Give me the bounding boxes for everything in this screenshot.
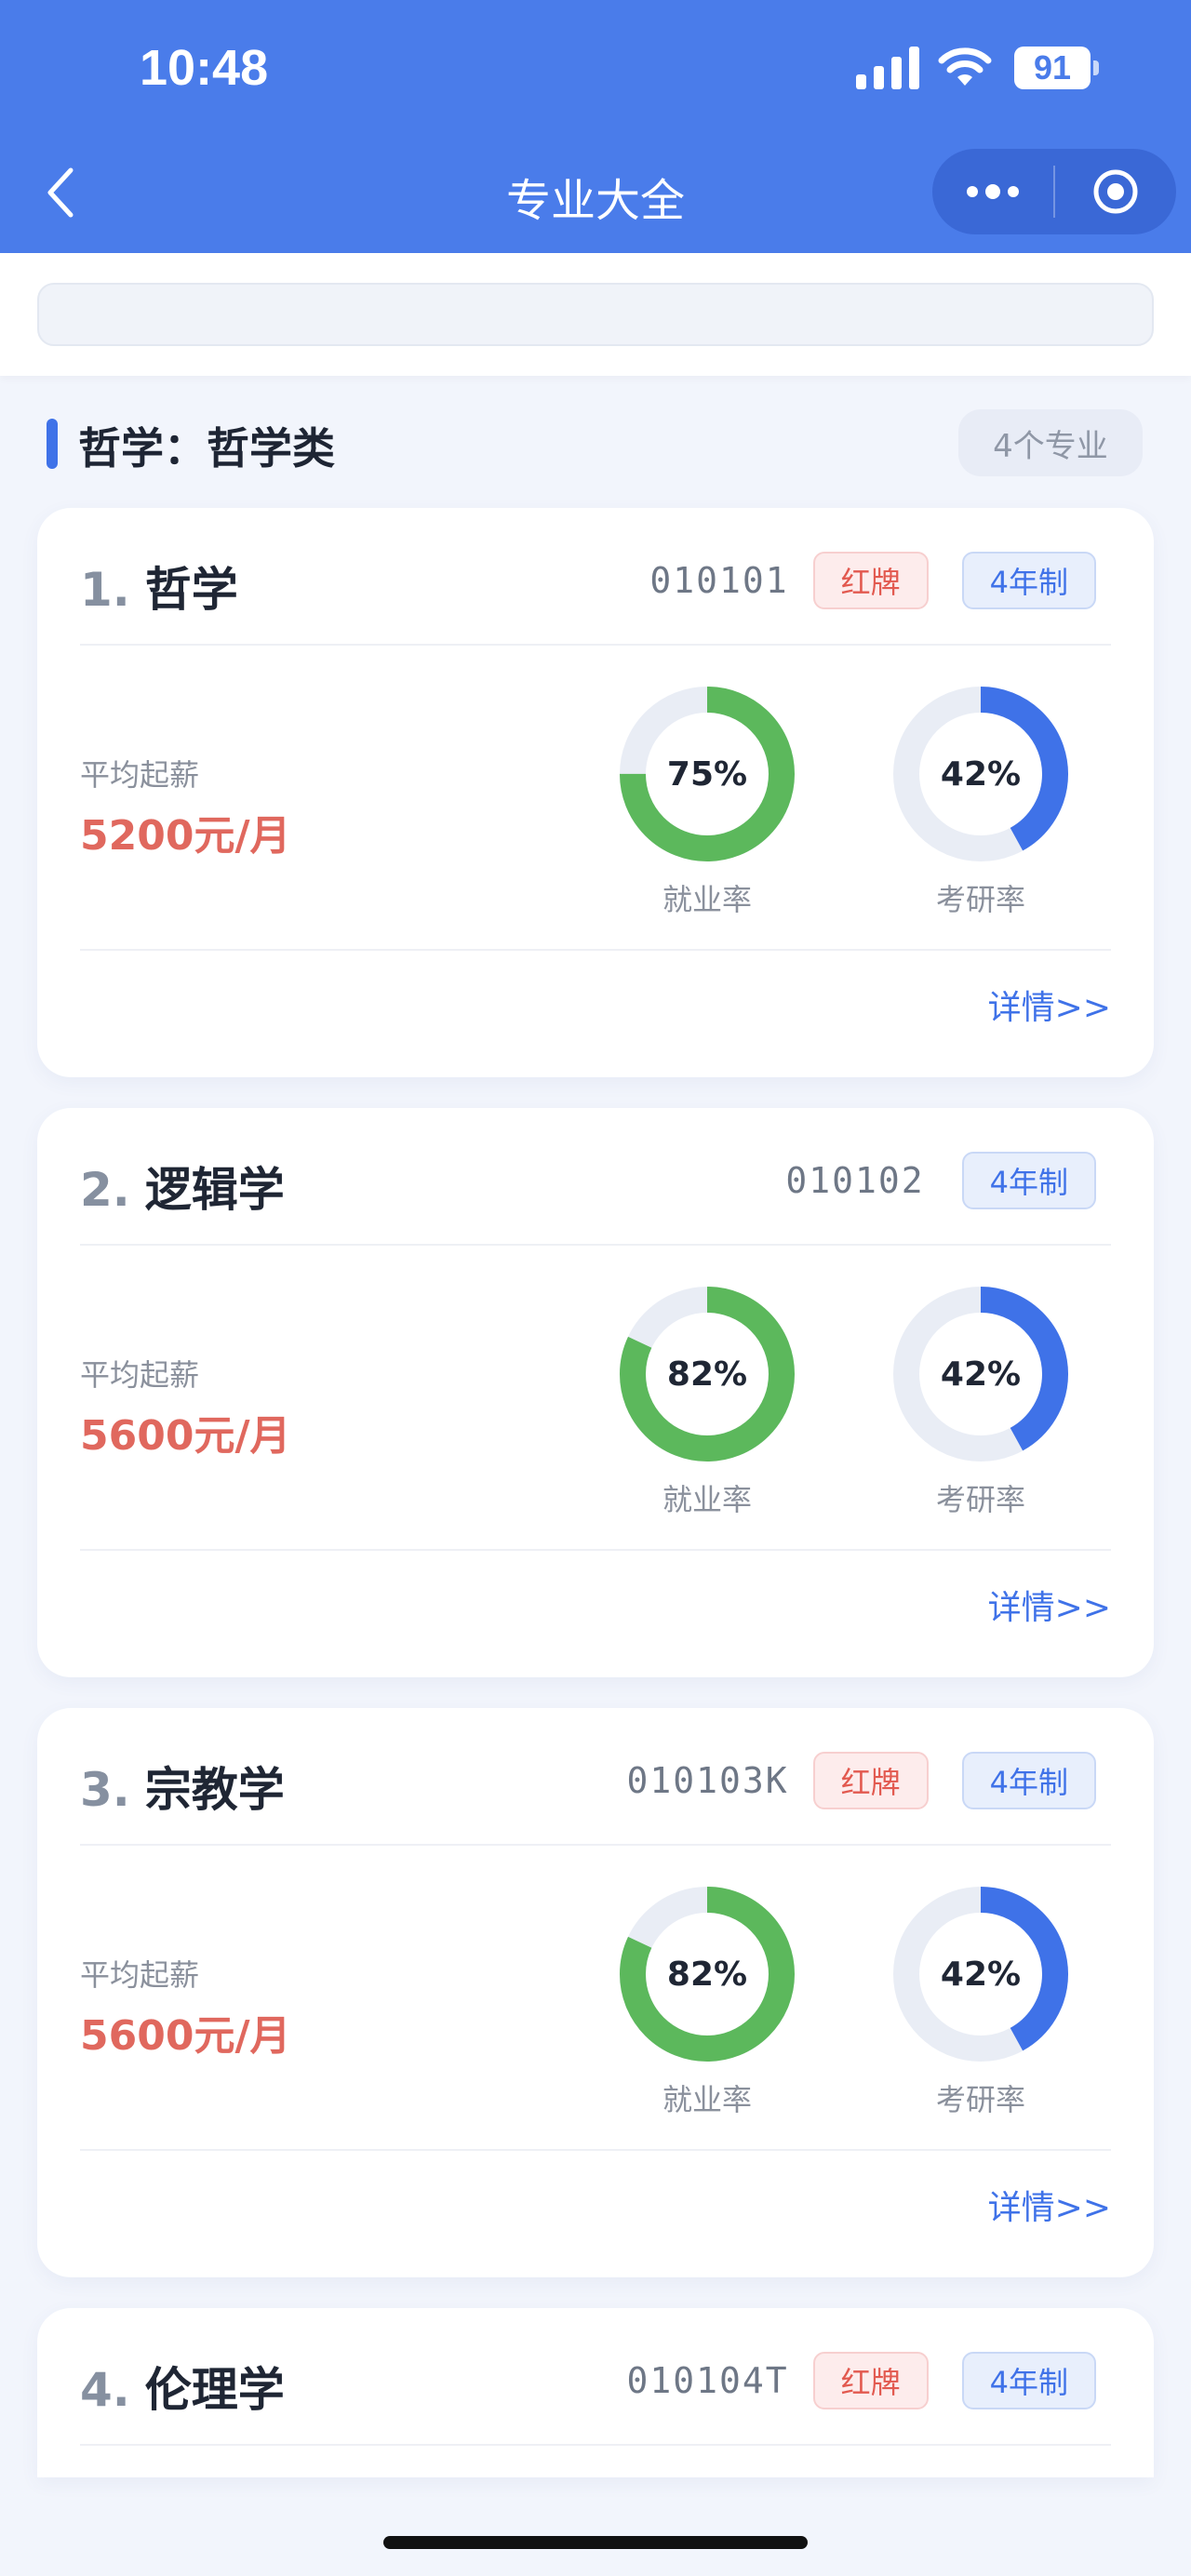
major-index: 2. (80, 1163, 130, 1217)
major-title: 1. 哲学 (80, 553, 238, 620)
major-meta: 010103K 红牌 4年制 (626, 1751, 1096, 1810)
salary-label: 平均起薪 (80, 757, 200, 793)
red-card-tag: 红牌 (812, 2352, 929, 2409)
employment-rate-value: 75% (666, 754, 748, 794)
postgrad-rate-label: 考研率 (935, 2082, 1025, 2117)
major-meta: 010104T 红牌 4年制 (626, 2351, 1096, 2410)
salary-value: 5600元/月 (80, 2012, 291, 2060)
section-accent-bar (47, 419, 58, 469)
duration-tag: 4年制 (961, 1152, 1096, 1209)
employment-rate-chart: 82% (614, 1281, 800, 1467)
postgrad-rate-value: 42% (940, 1355, 1022, 1394)
miniprogram-capsule (932, 149, 1176, 234)
major-meta: 010102 4年制 (785, 1151, 1096, 1210)
close-miniprogram-button[interactable] (1055, 149, 1176, 234)
salary-value: 5200元/月 (80, 812, 291, 860)
card-divider (80, 2149, 1111, 2151)
wifi-icon (938, 47, 992, 86)
status-time: 10:48 (140, 40, 269, 96)
employment-rate-label: 就业率 (662, 1482, 752, 1517)
major-index: 1. (80, 563, 130, 617)
major-name: 宗教学 (144, 1763, 285, 1817)
red-card-tag: 红牌 (812, 1752, 929, 1809)
postgrad-rate-label: 考研率 (935, 882, 1025, 917)
postgrad-rate-chart: 42% (888, 1881, 1074, 2067)
section-title: 哲学：哲学类 (78, 423, 335, 474)
employment-rate-value: 82% (666, 1955, 748, 1994)
major-card[interactable]: 2. 逻辑学 010102 4年制 平均起薪 5600元/月 82% 就业率 42… (37, 1108, 1154, 1677)
major-title: 4. 伦理学 (80, 2353, 285, 2420)
major-title: 3. 宗教学 (80, 1753, 285, 1820)
top-header: 10:48 91 专业大全 (0, 0, 1191, 253)
card-divider (80, 1244, 1111, 1246)
major-code: 010103K (626, 1760, 789, 1801)
major-name: 哲学 (144, 563, 238, 617)
more-button[interactable] (932, 149, 1053, 234)
card-divider (80, 644, 1111, 646)
cellular-signal-icon (856, 47, 919, 89)
major-code: 010101 (649, 560, 789, 601)
major-card[interactable]: 4. 伦理学 010104T 红牌 4年制 (37, 2308, 1154, 2477)
major-name: 伦理学 (144, 2363, 285, 2417)
employment-rate-label: 就业率 (662, 2082, 752, 2117)
red-card-tag: 红牌 (812, 552, 929, 609)
duration-tag: 4年制 (961, 1752, 1096, 1809)
salary-value: 5600元/月 (80, 1412, 291, 1460)
major-index: 4. (80, 2363, 130, 2417)
battery-tip (1093, 60, 1099, 75)
home-indicator (383, 2536, 808, 2549)
detail-link[interactable]: 详情>> (988, 981, 1111, 1029)
salary-label: 平均起薪 (80, 1957, 200, 1993)
major-title: 2. 逻辑学 (80, 1153, 285, 1220)
postgrad-rate-value: 42% (940, 754, 1022, 794)
battery-icon: 91 (1014, 47, 1100, 89)
employment-rate-label: 就业率 (662, 882, 752, 917)
more-dots-icon (967, 184, 1019, 199)
major-name: 逻辑学 (144, 1163, 285, 1217)
detail-link[interactable]: 详情>> (988, 2181, 1111, 2229)
employment-rate-chart: 75% (614, 681, 800, 867)
section-count-badge: 4个专业 (958, 409, 1143, 476)
duration-tag: 4年制 (961, 2352, 1096, 2409)
major-code: 010104T (626, 2360, 789, 2401)
card-divider (80, 1549, 1111, 1551)
major-index: 3. (80, 1763, 130, 1817)
employment-rate-value: 82% (666, 1355, 748, 1394)
postgrad-rate-chart: 42% (888, 1281, 1074, 1467)
postgrad-rate-label: 考研率 (935, 1482, 1025, 1517)
salary-label: 平均起薪 (80, 1357, 200, 1393)
battery-level: 91 (1014, 47, 1091, 89)
major-card[interactable]: 3. 宗教学 010103K 红牌 4年制 平均起薪 5600元/月 82% 就业… (37, 1708, 1154, 2277)
target-circle-icon (1093, 169, 1138, 214)
employment-rate-chart: 82% (614, 1881, 800, 2067)
duration-tag: 4年制 (961, 552, 1096, 609)
major-code: 010102 (785, 1160, 925, 1201)
major-meta: 010101 红牌 4年制 (649, 551, 1096, 610)
search-input[interactable] (37, 283, 1154, 346)
card-divider (80, 1844, 1111, 1846)
postgrad-rate-value: 42% (940, 1955, 1022, 1994)
major-card[interactable]: 1. 哲学 010101 红牌 4年制 平均起薪 5200元/月 75% 就业率 … (37, 508, 1154, 1077)
postgrad-rate-chart: 42% (888, 681, 1074, 867)
search-area (0, 253, 1191, 376)
detail-link[interactable]: 详情>> (988, 1581, 1111, 1629)
card-divider (80, 949, 1111, 951)
card-divider (80, 2444, 1111, 2446)
